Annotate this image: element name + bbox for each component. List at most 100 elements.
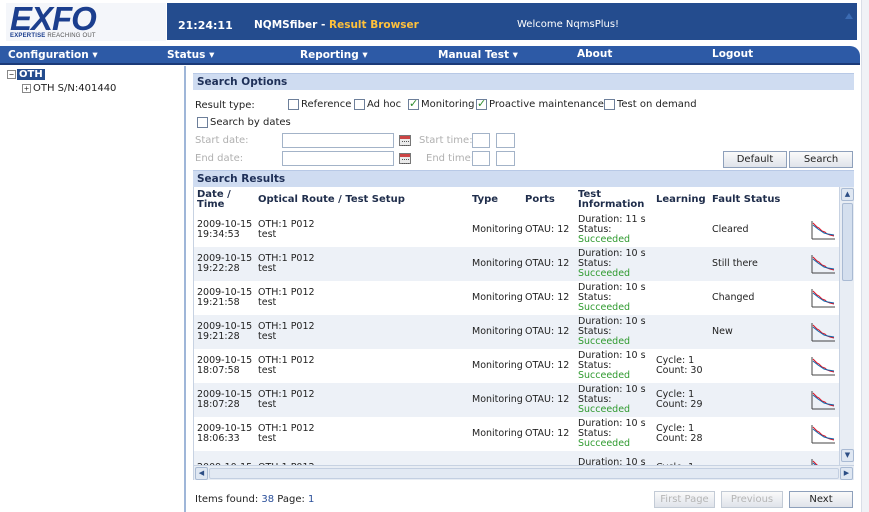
horizontal-scrollbar-thumb[interactable] [209,468,839,479]
checkbox-box[interactable] [604,99,615,110]
start-time-label: Start time: [419,135,473,146]
results-grid: Date / Time Optical Route / Test Setup Ty… [193,187,854,480]
cell-test-info: Duration: 10 s Status: Succeeded [575,247,653,281]
logo-tagline: EXPERTISE REACHING OUT [10,33,96,39]
column-header-test-info[interactable]: Test Information [575,187,653,213]
checkbox-test-on-demand[interactable]: Test on demand [604,99,697,110]
cell-graph[interactable] [807,349,839,383]
cell-graph[interactable] [807,383,839,417]
end-date-input[interactable] [282,151,394,166]
cell-graph[interactable] [807,213,839,247]
horizontal-scrollbar[interactable]: ◀ ▶ [194,465,854,480]
trace-graph-icon[interactable] [810,355,836,377]
search-results-header: Search Results [193,170,854,187]
cell-fault-status: New [709,315,807,349]
cell-graph[interactable] [807,281,839,315]
checkbox-box[interactable] [476,97,487,110]
cell-fault-status [709,383,807,417]
cell-type: Monitoring [469,383,523,417]
tree-node-label[interactable]: OTH [17,69,45,80]
column-header-learning[interactable]: Learning [653,187,709,213]
checkbox-box[interactable] [197,117,208,128]
search-button[interactable]: Search [789,151,853,168]
calendar-icon[interactable] [399,153,411,164]
table-row[interactable]: 2009-10-15 18:07:58 OTH:1 P012 test Monitori… [194,349,839,383]
column-header-date-time[interactable]: Date / Time [194,187,255,213]
app-header: EXFO EXPERTISE REACHING OUT 21:24:11 NQM… [0,0,869,44]
menu-reporting[interactable]: Reporting ▾ [300,49,368,61]
scroll-left-icon[interactable]: ◀ [195,467,208,480]
trace-graph-icon[interactable] [810,423,836,445]
trace-graph-icon[interactable] [810,389,836,411]
next-button[interactable]: Next [789,491,853,508]
checkbox-box[interactable] [354,99,365,110]
calendar-icon[interactable] [399,135,411,146]
main-menu-bar: Configuration ▾ Status ▾ Reporting ▾ Man… [0,46,860,65]
scrollbar-thumb[interactable] [842,203,853,281]
checkbox-ad-hoc[interactable]: Ad hoc [354,99,401,110]
checkbox-search-by-dates[interactable]: Search by dates [197,117,291,128]
start-date-label: Start date: [195,135,249,146]
scroll-down-icon[interactable]: ▼ [841,449,854,462]
tree-node-oth[interactable]: − OTH [7,69,45,80]
trace-graph-icon[interactable] [810,219,836,241]
checkbox-monitoring[interactable]: Monitoring [408,97,474,110]
cell-fault-status [709,451,807,465]
cell-date-time: 2009-10-15 18:07:28 [194,383,255,417]
vertical-scrollbar[interactable]: ▲ ▼ [839,187,854,465]
tree-panel: − OTH + OTH S/N:401440 [0,66,186,512]
table-row[interactable]: 2009-10-15OTH:1 P012 Duration: 10 sCycle:… [194,451,839,465]
checkbox-proactive-maintenance[interactable]: Proactive maintenance [476,97,604,110]
cell-ports: OTAU: 12 [525,224,570,235]
collapse-icon[interactable]: − [7,70,16,79]
end-time-label: End time: [426,153,475,164]
end-hour-input[interactable] [472,151,490,166]
start-hour-input[interactable] [472,133,490,148]
trace-graph-icon[interactable] [810,253,836,275]
cell-graph[interactable] [807,247,839,281]
cell-type: Monitoring [469,247,523,281]
menu-manual-test[interactable]: Manual Test ▾ [438,49,518,61]
cell-graph[interactable] [807,417,839,451]
menu-logout[interactable]: Logout [712,48,753,60]
trace-graph-icon[interactable] [810,287,836,309]
column-header-type[interactable]: Type [469,187,522,213]
column-header-fault-status[interactable]: Fault Status [709,187,807,213]
tree-node-label[interactable]: OTH S/N:401440 [33,83,116,94]
table-row[interactable]: 2009-10-15 18:06:33 OTH:1 P012 test Monitori… [194,417,839,451]
column-header-route[interactable]: Optical Route / Test Setup [255,187,469,213]
checkbox-box[interactable] [408,97,419,110]
scroll-up-icon[interactable]: ▲ [841,188,854,201]
checkbox-box[interactable] [288,99,299,110]
column-header-ports[interactable]: Ports [522,187,575,213]
table-row[interactable]: 2009-10-15 18:07:28 OTH:1 P012 test Monitori… [194,383,839,417]
previous-button[interactable]: Previous [721,491,783,508]
first-page-button[interactable]: First Page [654,491,715,508]
default-button[interactable]: Default [723,151,787,168]
expand-icon[interactable]: + [22,84,31,93]
table-row[interactable]: 2009-10-15 19:21:28 OTH:1 P012 test Monitori… [194,315,839,349]
trace-graph-icon[interactable] [810,457,836,465]
cell-graph[interactable] [807,451,839,465]
cell-fault-status: Still there [709,247,807,281]
cell-learning [653,247,709,281]
menu-status[interactable]: Status ▾ [167,49,214,61]
checkbox-reference[interactable]: Reference [288,99,351,110]
cell-graph[interactable] [807,315,839,349]
menu-configuration[interactable]: Configuration ▾ [8,49,98,61]
scroll-right-icon[interactable]: ▶ [840,467,853,480]
tree-node-oth-sn[interactable]: + OTH S/N:401440 [22,83,116,94]
menu-about[interactable]: About [577,48,612,60]
trace-graph-icon[interactable] [810,321,836,343]
pagination-bar: Items found: 38 Page: 1 First Page Previ… [193,487,854,509]
table-row[interactable]: 2009-10-15 19:21:58 OTH:1 P012 test Monitori… [194,281,839,315]
start-date-input[interactable] [282,133,394,148]
exfo-logo: EXFO EXPERTISE REACHING OUT [6,0,166,41]
end-minute-input[interactable] [496,151,515,166]
cell-learning [653,315,709,349]
cell-date-time: 2009-10-15 19:21:58 [197,287,253,308]
start-minute-input[interactable] [496,133,515,148]
table-row[interactable]: 2009-10-15 19:34:53 OTH:1 P012 test Monitori… [194,213,839,247]
column-header-graph [807,187,839,213]
table-row[interactable]: 2009-10-15 19:22:28 OTH:1 P012 test Monitori… [194,247,839,281]
